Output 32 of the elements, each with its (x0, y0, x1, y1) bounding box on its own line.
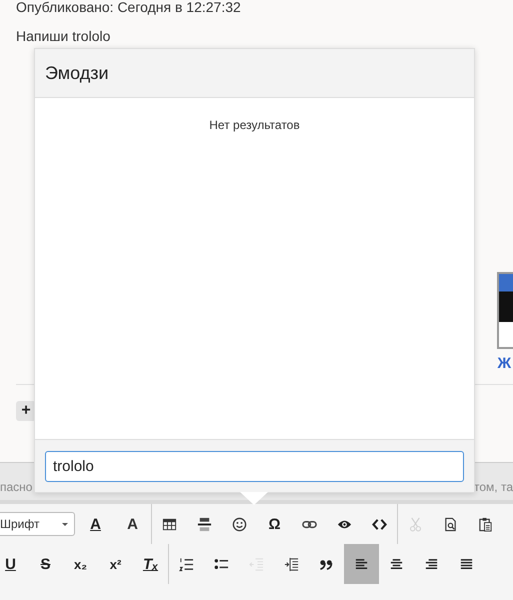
smiley-icon[interactable] (232, 516, 247, 532)
text-color-button[interactable]: A (77, 504, 114, 544)
image-thumbnail[interactable] (497, 272, 513, 349)
align-right-icon[interactable] (424, 556, 439, 572)
table-icon[interactable] (162, 516, 177, 532)
notice-text: том, та (474, 480, 513, 494)
preview-icon[interactable] (443, 516, 458, 532)
align-left-icon[interactable] (354, 556, 369, 572)
clear-formatting-button[interactable]: Tₓ (133, 544, 168, 584)
attachment-link[interactable]: Ж (497, 355, 511, 372)
horizontal-line-icon[interactable] (197, 516, 212, 532)
special-character-button[interactable]: Ω (257, 504, 292, 544)
font-dropdown[interactable]: Шрифт (0, 512, 75, 536)
notice-text: пасно (0, 480, 32, 494)
code-icon[interactable] (372, 516, 387, 532)
superscript-button[interactable]: x² (98, 544, 133, 584)
underline-button[interactable]: U (0, 544, 28, 584)
strikethrough-button[interactable]: S (28, 544, 63, 584)
bullet-list-icon[interactable] (214, 556, 229, 572)
align-center-icon[interactable] (389, 556, 404, 572)
post-text: Напиши trololo (16, 28, 112, 44)
indent-icon[interactable] (284, 556, 299, 572)
search-field[interactable]: trololo (45, 450, 464, 482)
popup-title: Эмодзи (45, 62, 109, 84)
numbered-list-icon[interactable] (179, 556, 194, 572)
subscript-button[interactable]: x₂ (63, 544, 98, 584)
post-date: Опубликовано: Сегодня в 12:27:32 (16, 0, 242, 14)
align-justify-icon[interactable] (459, 556, 474, 572)
paste-icon[interactable] (478, 516, 493, 532)
add-button[interactable]: + (16, 401, 36, 421)
empty-message: Нет результатов (209, 118, 300, 132)
background-color-button[interactable]: A (114, 504, 151, 544)
